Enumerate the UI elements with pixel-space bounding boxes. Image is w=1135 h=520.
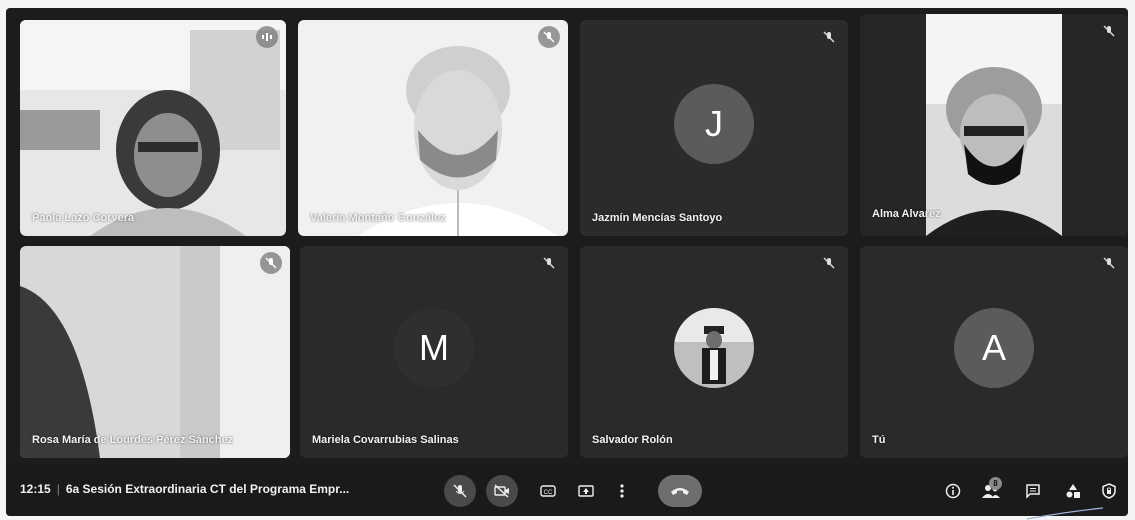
host-controls-icon <box>1102 483 1116 499</box>
mic-off-icon <box>538 252 560 274</box>
meeting-title: 6a Sesión Extraordinaria CT del Programa… <box>65 482 350 496</box>
host-controls-button[interactable] <box>1098 480 1120 502</box>
mic-off-icon <box>260 252 282 274</box>
meeting-info: 12:15 | 6a Sesión Extraordinaria CT del Pr… <box>20 482 350 496</box>
meeting-stage: Paola Lazo Corvera Valeria Montaño Gonzá… <box>6 8 1128 516</box>
mic-off-icon <box>818 252 840 274</box>
more-icon <box>620 484 624 498</box>
participant-name: Valeria Montaño González <box>310 212 446 224</box>
svg-text:CC: CC <box>544 490 553 496</box>
participant-tile[interactable]: Rosa María de Lourdes Pérez Sánchez <box>20 246 290 458</box>
captions-button[interactable]: CC <box>534 475 562 507</box>
participant-name: Tú <box>872 434 886 446</box>
mic-off-icon <box>538 26 560 48</box>
mic-off-icon <box>1098 20 1120 42</box>
participant-name: Alma Alvarez <box>872 208 941 220</box>
info-icon <box>945 483 961 499</box>
mic-off-icon <box>818 26 840 48</box>
participant-video <box>20 246 290 458</box>
participant-tile[interactable]: Alma Alvarez <box>860 14 1128 236</box>
participant-tile[interactable]: Salvador Rolón <box>580 246 848 458</box>
captions-icon: CC <box>540 485 556 497</box>
mic-off-icon <box>453 484 467 498</box>
avatar <box>674 308 754 388</box>
hang-up-button[interactable] <box>658 475 702 507</box>
clock: 12:15 <box>20 482 51 496</box>
participant-video <box>298 20 568 236</box>
participant-video <box>926 14 1062 236</box>
chat-icon <box>1026 484 1040 499</box>
meeting-toolbar: 12:15 | 6a Sesión Extraordinaria CT del Pr… <box>6 466 1128 516</box>
participant-tile[interactable]: M Mariela Covarrubias Salinas <box>300 246 568 458</box>
present-button[interactable] <box>572 475 600 507</box>
speaking-icon <box>256 26 278 48</box>
chat-button[interactable] <box>1022 480 1044 502</box>
camera-off-icon <box>494 484 509 498</box>
camera-toggle-button[interactable] <box>486 475 518 507</box>
participant-name: Paola Lazo Corvera <box>32 212 135 224</box>
participant-name: Mariela Covarrubias Salinas <box>312 434 459 446</box>
participant-tile[interactable]: A Tú <box>860 246 1128 458</box>
people-count-badge: 8 <box>989 477 1002 490</box>
people-button[interactable]: 8 <box>980 477 1002 502</box>
more-options-button[interactable] <box>608 475 636 507</box>
avatar: J <box>674 84 754 164</box>
participant-tile[interactable]: J Jazmín Mencías Santoyo <box>580 20 848 236</box>
avatar: A <box>954 308 1034 388</box>
mic-toggle-button[interactable] <box>444 475 476 507</box>
hang-up-icon <box>671 488 689 495</box>
participant-name: Salvador Rolón <box>592 434 673 446</box>
avatar: M <box>394 308 474 388</box>
present-icon <box>578 485 594 497</box>
info-button[interactable] <box>942 480 964 502</box>
pen-stroke-mark <box>1026 507 1104 520</box>
mic-off-icon <box>1098 252 1120 274</box>
participant-tile[interactable]: Paola Lazo Corvera <box>20 20 286 236</box>
participant-video <box>20 20 286 236</box>
participant-name: Jazmín Mencías Santoyo <box>592 212 723 224</box>
participant-tile[interactable]: Valeria Montaño González <box>298 20 568 236</box>
activities-icon <box>1066 484 1080 498</box>
participant-name: Rosa María de Lourdes Pérez Sánchez <box>32 434 234 446</box>
activities-button[interactable] <box>1062 480 1084 502</box>
